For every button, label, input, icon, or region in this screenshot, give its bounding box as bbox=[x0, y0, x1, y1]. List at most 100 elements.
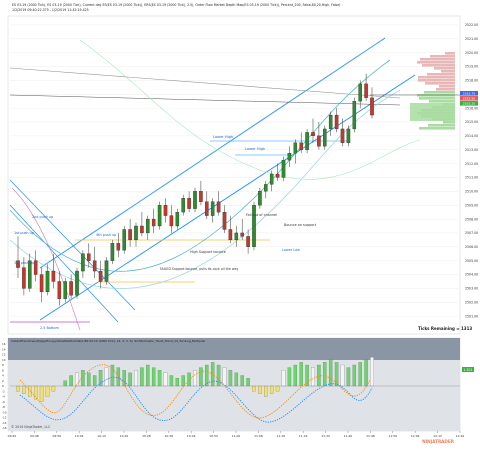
histogram-bar bbox=[252, 385, 256, 392]
candle-body bbox=[222, 211, 227, 230]
histogram-bar bbox=[69, 375, 73, 387]
histogram-bar bbox=[346, 367, 351, 387]
histogram-bar bbox=[75, 372, 79, 387]
time-tick-label: 11:56 bbox=[388, 434, 397, 438]
histogram-bar bbox=[311, 367, 315, 387]
indicator-tick-label: 6 bbox=[2, 368, 4, 372]
time-tick-label: 11:00 bbox=[232, 434, 241, 438]
time-tick-label: 11:32 bbox=[321, 434, 330, 438]
histogram-bar bbox=[216, 364, 221, 387]
profile-bar bbox=[422, 64, 455, 67]
candle-body bbox=[240, 232, 244, 237]
right-tick-label: 2511.00 bbox=[465, 176, 478, 180]
price-badges: 2515.752515.502515.25 bbox=[460, 91, 478, 106]
time-tick-label: 10:20 bbox=[120, 434, 129, 438]
histogram-bar bbox=[16, 385, 20, 392]
histogram-bar bbox=[281, 370, 286, 387]
histogram-bar bbox=[287, 367, 292, 387]
histogram-bar bbox=[258, 385, 262, 394]
header-line1: ES 03-19 (2000 Tick), ES 03-19 (2000 Tic… bbox=[12, 3, 340, 7]
indicator-tick-label: -4 bbox=[2, 395, 5, 399]
candle-body bbox=[205, 201, 209, 216]
histogram-bar bbox=[51, 385, 56, 392]
candle-body bbox=[234, 232, 239, 241]
copyright: © 2019 NinjaTrader, LLC bbox=[11, 425, 51, 429]
candle-body bbox=[87, 253, 91, 261]
histogram-bar bbox=[364, 359, 368, 387]
price-badge-text: 2515.25 bbox=[463, 101, 475, 105]
indicator-tick-label: -6 bbox=[2, 400, 5, 404]
profile-bar bbox=[417, 61, 455, 64]
profile-bar bbox=[427, 73, 455, 76]
histogram-bar bbox=[98, 370, 103, 387]
indicator-tick-label: 10 bbox=[2, 358, 6, 362]
indicator-tick-label: -8 bbox=[2, 405, 5, 409]
time-tick-label: 10:12 bbox=[97, 434, 106, 438]
indicator-band-bottom bbox=[8, 360, 460, 431]
candle-body bbox=[340, 128, 345, 143]
histogram-bar bbox=[140, 367, 144, 387]
time-tick-label: 10:36 bbox=[164, 434, 173, 438]
time-tick-label: 11:16 bbox=[276, 434, 285, 438]
right-tick-label: 2520.00 bbox=[465, 51, 478, 55]
histogram-bar bbox=[328, 359, 333, 387]
candle-body bbox=[163, 205, 168, 216]
profile-bar bbox=[428, 124, 455, 127]
profile-bar bbox=[436, 88, 455, 91]
histogram-bar bbox=[33, 385, 38, 400]
time-tick-label: 10:04 bbox=[75, 434, 84, 438]
candle-body bbox=[346, 128, 351, 143]
profile-bar bbox=[418, 76, 455, 79]
watermark: NINJATRADER bbox=[422, 439, 455, 444]
histogram-bar bbox=[122, 370, 126, 387]
right-tick-label: 2506.00 bbox=[465, 245, 478, 249]
right-tick-label: 2513.00 bbox=[465, 148, 478, 152]
candle-body bbox=[275, 173, 280, 178]
indicator-tick-label: 0 bbox=[2, 384, 4, 388]
histogram-bar bbox=[63, 380, 67, 387]
time-tick-label: 09:48 bbox=[30, 434, 39, 438]
annotation-4th-push: 4th push up bbox=[96, 233, 116, 237]
candle-body bbox=[311, 132, 315, 137]
histogram-bar bbox=[134, 370, 138, 387]
right-tick-label: 2516.00 bbox=[465, 106, 478, 110]
time-tick-label: 12:12 bbox=[433, 434, 442, 438]
right-tick-label: 2502.00 bbox=[465, 300, 478, 304]
right-tick-label: 2514.00 bbox=[465, 134, 478, 138]
time-tick-label: 11:48 bbox=[366, 434, 375, 438]
histogram-bar bbox=[340, 364, 345, 387]
annotation-lower-high-2: Lower High bbox=[245, 147, 265, 151]
candle-body bbox=[187, 198, 191, 209]
annotation-failed-support: FAILED Support bounce, pulls its cock al… bbox=[160, 267, 238, 271]
indicator-title: InstantTrendlines(HappyHungryGhostSatOsc… bbox=[11, 339, 206, 343]
histogram-bar bbox=[39, 385, 44, 402]
profile-bar bbox=[425, 82, 455, 85]
histogram-bar bbox=[146, 364, 150, 387]
right-tick-label: 2522.00 bbox=[465, 23, 478, 27]
time-tick-label: 10:28 bbox=[142, 434, 151, 438]
candle-body bbox=[33, 260, 38, 275]
time-tick-label: 11:24 bbox=[299, 434, 308, 438]
histogram-bar bbox=[264, 385, 268, 397]
candle-body bbox=[169, 215, 174, 227]
histogram-bar bbox=[81, 370, 85, 387]
candle-body bbox=[104, 260, 109, 282]
profile-bar bbox=[418, 79, 455, 82]
candle-body bbox=[323, 128, 327, 147]
candle-body bbox=[57, 281, 62, 299]
candle-body bbox=[252, 205, 256, 247]
profile-bar bbox=[417, 94, 455, 97]
candle-body bbox=[22, 267, 26, 289]
candle-body bbox=[146, 218, 150, 234]
histogram-bar bbox=[181, 375, 185, 387]
histogram-bar bbox=[228, 370, 233, 387]
candle-body bbox=[246, 236, 250, 247]
price-badge-text: 2515.50 bbox=[463, 96, 475, 100]
candle-body bbox=[75, 270, 79, 296]
histogram-bar bbox=[193, 370, 197, 387]
profile-bar bbox=[434, 67, 455, 70]
profile-bar bbox=[419, 97, 455, 100]
time-tick-label: 11:40 bbox=[344, 434, 353, 438]
candle-body bbox=[69, 281, 73, 296]
histogram-bar bbox=[45, 385, 50, 397]
